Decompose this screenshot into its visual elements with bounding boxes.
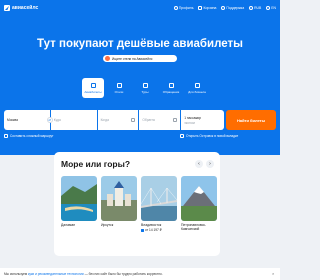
nav-language-label: EN — [271, 6, 276, 10]
complex-route-label: Составить сложный маршрут — [10, 134, 54, 138]
hotels-promo-label: Ищите отели на Авиасейлс — [112, 56, 153, 61]
destination-name: Петропавловск-Камчатский — [181, 223, 206, 231]
recommendations-title: Море или горы? — [61, 159, 131, 169]
currency-icon — [249, 6, 254, 10]
page-title: Тут покупают дешёвые авиабилеты — [37, 38, 243, 50]
route-icon — [4, 134, 8, 138]
service-tabs: Авиабилеты Отели Туры Обращения Для бизн… — [82, 78, 208, 98]
destination-photo — [101, 176, 137, 221]
destination-photo — [141, 176, 177, 221]
destination-card-dalaman[interactable]: Даламан — [61, 176, 97, 227]
language-icon — [266, 6, 271, 10]
destination-placeholder: Куда — [53, 118, 61, 122]
calendar-icon — [173, 118, 178, 122]
destination-photo — [181, 176, 217, 221]
tab-hotels[interactable]: Отели — [108, 78, 130, 98]
calendar-icon — [131, 118, 136, 122]
open-booking-label: Открыть Островок в новой вкладке — [186, 134, 239, 138]
departure-date-field[interactable]: Когда — [97, 110, 139, 130]
chat-icon — [168, 82, 174, 88]
tab-business-label: Для бизнеса — [188, 89, 206, 94]
hotel-icon — [116, 82, 122, 88]
beach-icon — [142, 82, 148, 88]
recommendations-card: Море или горы? ‹ › Даламан Иркутск Влади… — [54, 152, 220, 256]
checkbox-icon — [180, 134, 184, 138]
destination-name: Иркутск — [101, 223, 114, 227]
destination-card-irkutsk[interactable]: Иркутск — [101, 176, 137, 227]
search-form: Москва ⇄ Куда Когда Обратно 1 пассажир э… — [4, 110, 225, 130]
top-nav: Профиль Корзина Поддержка RUB EN — [173, 6, 276, 10]
cookie-prefix: Мы используем — [4, 272, 28, 276]
hotel-promo-icon — [105, 56, 110, 61]
return-date-field[interactable]: Обратно — [139, 110, 181, 130]
passengers-field[interactable]: 1 пассажир эконом — [181, 110, 225, 130]
origin-field[interactable]: Москва ⇄ — [4, 110, 53, 130]
logo-icon — [4, 5, 10, 11]
tab-requests-label: Обращения — [162, 89, 180, 94]
tab-requests[interactable]: Обращения — [160, 78, 182, 98]
price-tag-icon — [141, 228, 144, 232]
tab-tours[interactable]: Туры — [134, 78, 156, 98]
carousel-next-button[interactable]: › — [206, 160, 214, 168]
tab-flights[interactable]: Авиабилеты — [82, 78, 104, 98]
destination-card-vladivostok[interactable]: Владивосток от 14 197 ₽ — [141, 176, 177, 232]
destination-price-value: от 14 197 ₽ — [145, 228, 162, 232]
plane-icon — [90, 82, 96, 88]
destination-card-kamchatka[interactable]: Петропавловск-Камчатский — [181, 176, 217, 231]
destination-name: Даламан — [61, 223, 76, 227]
cart-icon — [198, 6, 203, 10]
help-icon — [221, 6, 226, 10]
carousel-prev-button[interactable]: ‹ — [195, 160, 203, 168]
passengers-value: 1 пассажир — [184, 115, 202, 120]
class-value: эконом — [184, 120, 195, 125]
nav-profile-label: Профиль — [178, 6, 194, 10]
nav-cart-label: Корзина — [203, 6, 217, 10]
destination-name: Владивосток — [141, 223, 162, 227]
tab-tours-label: Туры — [141, 89, 149, 94]
cookie-suffix: — без них сайт было бы трудно работать к… — [84, 272, 163, 276]
tab-business[interactable]: Для бизнеса — [186, 78, 208, 98]
close-icon[interactable]: × — [272, 272, 276, 276]
cookie-link[interactable]: куки и рекомендательные технологии — [28, 272, 84, 276]
tab-hotels-label: Отели — [114, 89, 124, 94]
nav-cart[interactable]: Корзина — [198, 6, 216, 10]
nav-language[interactable]: EN — [266, 6, 276, 10]
tab-flights-label: Авиабилеты — [84, 89, 102, 94]
nav-help-label: Поддержка — [226, 6, 245, 10]
destination-price: от 14 197 ₽ — [141, 228, 177, 232]
departure-placeholder: Когда — [100, 118, 109, 122]
briefcase-icon — [194, 82, 200, 88]
hotels-promo-pill[interactable]: Ищите отели на Авиасейлс — [103, 55, 177, 62]
destination-photo — [61, 176, 97, 221]
top-bar: авиасейлс Профиль Корзина Поддержка RUB … — [0, 0, 280, 16]
swap-icon[interactable]: ⇄ — [46, 117, 53, 123]
nav-currency-label: RUB — [254, 6, 262, 10]
site-logo[interactable]: авиасейлс — [4, 5, 38, 11]
open-booking-checkbox[interactable]: Открыть Островок в новой вкладке — [180, 134, 238, 138]
origin-value: Москва — [7, 118, 18, 122]
destination-field[interactable]: Куда — [50, 110, 97, 130]
nav-help[interactable]: Поддержка — [221, 6, 244, 10]
profile-icon — [173, 6, 178, 10]
return-placeholder: Обратно — [142, 118, 156, 122]
search-button[interactable]: Найти билеты — [226, 110, 276, 130]
nav-currency[interactable]: RUB — [249, 6, 261, 10]
logo-text: авиасейлс — [12, 5, 39, 11]
cookie-banner: Мы используем куки и рекомендательные те… — [0, 268, 280, 280]
complex-route-link[interactable]: Составить сложный маршрут — [4, 134, 54, 138]
nav-profile[interactable]: Профиль — [173, 6, 194, 10]
